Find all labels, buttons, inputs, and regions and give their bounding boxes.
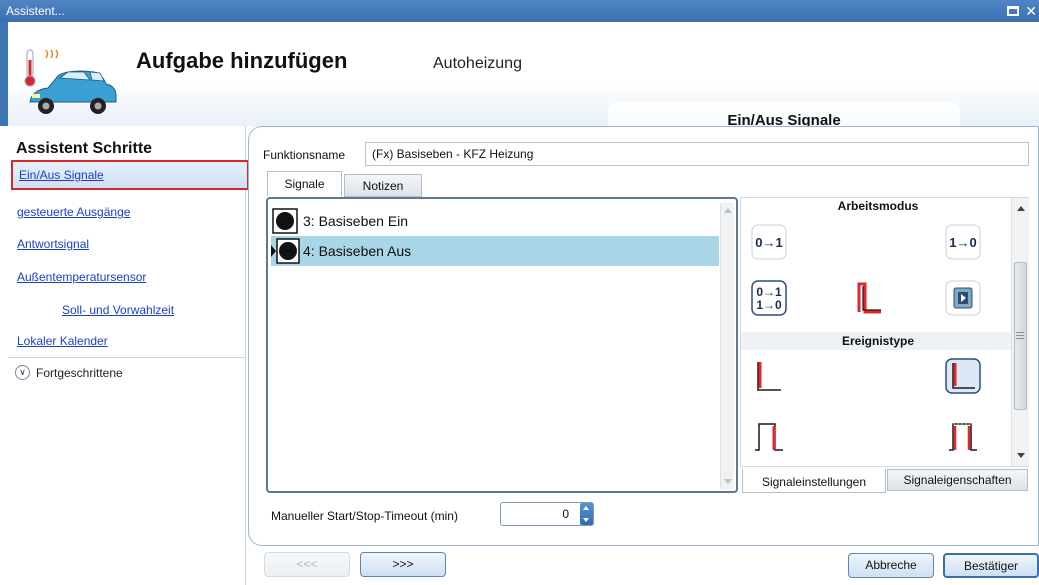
signal-list-scrollbar[interactable]: [720, 203, 734, 489]
advanced-expander[interactable]: ∨ Fortgeschrittene: [15, 365, 123, 380]
event-level-icon[interactable]: [751, 358, 787, 394]
signal-label: 3: Basiseben Ein: [303, 213, 409, 229]
assistant-window: Assistent... ✕ Aufgabe hinzufügen Autohe…: [0, 0, 1039, 585]
next-button[interactable]: >>>: [360, 552, 446, 577]
sidebar-item-gesteuerte-ausgaenge[interactable]: gesteuerte Ausgänge: [17, 205, 130, 219]
page-title: Aufgabe hinzufügen: [136, 48, 348, 73]
timeout-label: Manueller Start/Stop-Timeout (min): [271, 509, 458, 523]
signal-list-item[interactable]: 3: Basiseben Ein: [271, 206, 719, 236]
chevron-down-icon: ∨: [15, 365, 30, 380]
event-pulse-double-icon[interactable]: [945, 418, 981, 454]
signal-node-icon: [272, 208, 298, 234]
svg-text:0→1: 0→1: [756, 285, 782, 299]
timeout-stepper[interactable]: [580, 503, 593, 525]
function-name-label: Funktionsname: [263, 148, 346, 162]
scroll-up-icon[interactable]: [1017, 206, 1025, 211]
signal-list: 3: Basiseben Ein 4: Basiseben Aus: [266, 197, 738, 493]
event-level-selected-icon[interactable]: [945, 358, 981, 394]
sidebar-item-aussentemperatursensor[interactable]: Außentemperatursensor: [17, 270, 146, 284]
previous-button[interactable]: <<<: [264, 552, 350, 577]
cancel-button[interactable]: Abbreche: [848, 553, 934, 578]
svg-text:1→0: 1→0: [949, 235, 976, 250]
pulse-icon[interactable]: [851, 280, 887, 316]
sidebar-divider: [8, 357, 246, 358]
sidebar-item-lokaler-kalender[interactable]: Lokaler Kalender: [17, 334, 108, 348]
rising-edge-icon[interactable]: 0→1: [751, 224, 787, 260]
section-ereignistype: Ereignistype: [741, 332, 1015, 350]
title-bar: Assistent... ✕: [0, 0, 1039, 22]
toggle-icon[interactable]: [945, 280, 981, 316]
svg-text:0→1: 0→1: [755, 235, 782, 250]
section-arbeitsmodus: Arbeitsmodus: [837, 199, 919, 213]
falling-edge-icon[interactable]: 1→0: [945, 224, 981, 260]
tab-notizen[interactable]: Notizen: [344, 174, 422, 197]
window-controls: ✕: [1007, 0, 1039, 22]
page-subtitle: Autoheizung: [433, 55, 522, 72]
both-edges-icon[interactable]: 0→1 1→0: [751, 280, 787, 316]
function-name-input[interactable]: (Fx) Basiseben - KFZ Heizung: [365, 142, 1029, 166]
sidebar-title: Assistent Schritte: [16, 140, 153, 157]
svg-text:1→0: 1→0: [756, 298, 782, 312]
confirm-button[interactable]: Bestätiger: [943, 553, 1039, 578]
signal-list-item-selected[interactable]: 4: Basiseben Aus: [271, 236, 719, 266]
signal-settings-panel: Arbeitsmodus 0→1 1→0 0→1 1→0 Ereignistyp…: [740, 197, 1029, 467]
tab-signaleinstellungen[interactable]: Signaleinstellungen: [742, 469, 886, 493]
window-title: Assistent...: [6, 4, 65, 18]
car-heating-icon: [24, 49, 117, 114]
sidebar-item-antwortsignal[interactable]: Antwortsignal: [17, 237, 89, 251]
signal-node-icon: [271, 238, 300, 264]
tab-signale[interactable]: Signale: [267, 171, 342, 196]
scroll-down-icon[interactable]: [724, 479, 732, 484]
sidebar-item-ein-aus-signale[interactable]: Ein/Aus Signale: [11, 160, 249, 190]
advanced-label: Fortgeschrittene: [36, 365, 123, 380]
grip-icon: [1016, 332, 1024, 339]
scroll-up-icon[interactable]: [724, 208, 732, 213]
scroll-down-icon[interactable]: [1017, 453, 1025, 458]
signal-label: 4: Basiseben Aus: [303, 243, 412, 259]
sidebar-item-soll-vorwahlzeit[interactable]: Soll- und Vorwahlzeit: [62, 303, 174, 317]
maximize-icon[interactable]: [1007, 6, 1020, 16]
close-icon[interactable]: ✕: [1025, 0, 1037, 22]
tab-signaleigenschaften[interactable]: Signaleigenschaften: [887, 469, 1028, 491]
header: Aufgabe hinzufügen Autoheizung Ein/Aus S…: [0, 22, 1039, 140]
event-pulse-up-icon[interactable]: [751, 418, 787, 454]
sidebar: Assistent Schritte Ein/Aus Signale geste…: [8, 126, 249, 585]
settings-scrollbar[interactable]: [1011, 198, 1029, 466]
